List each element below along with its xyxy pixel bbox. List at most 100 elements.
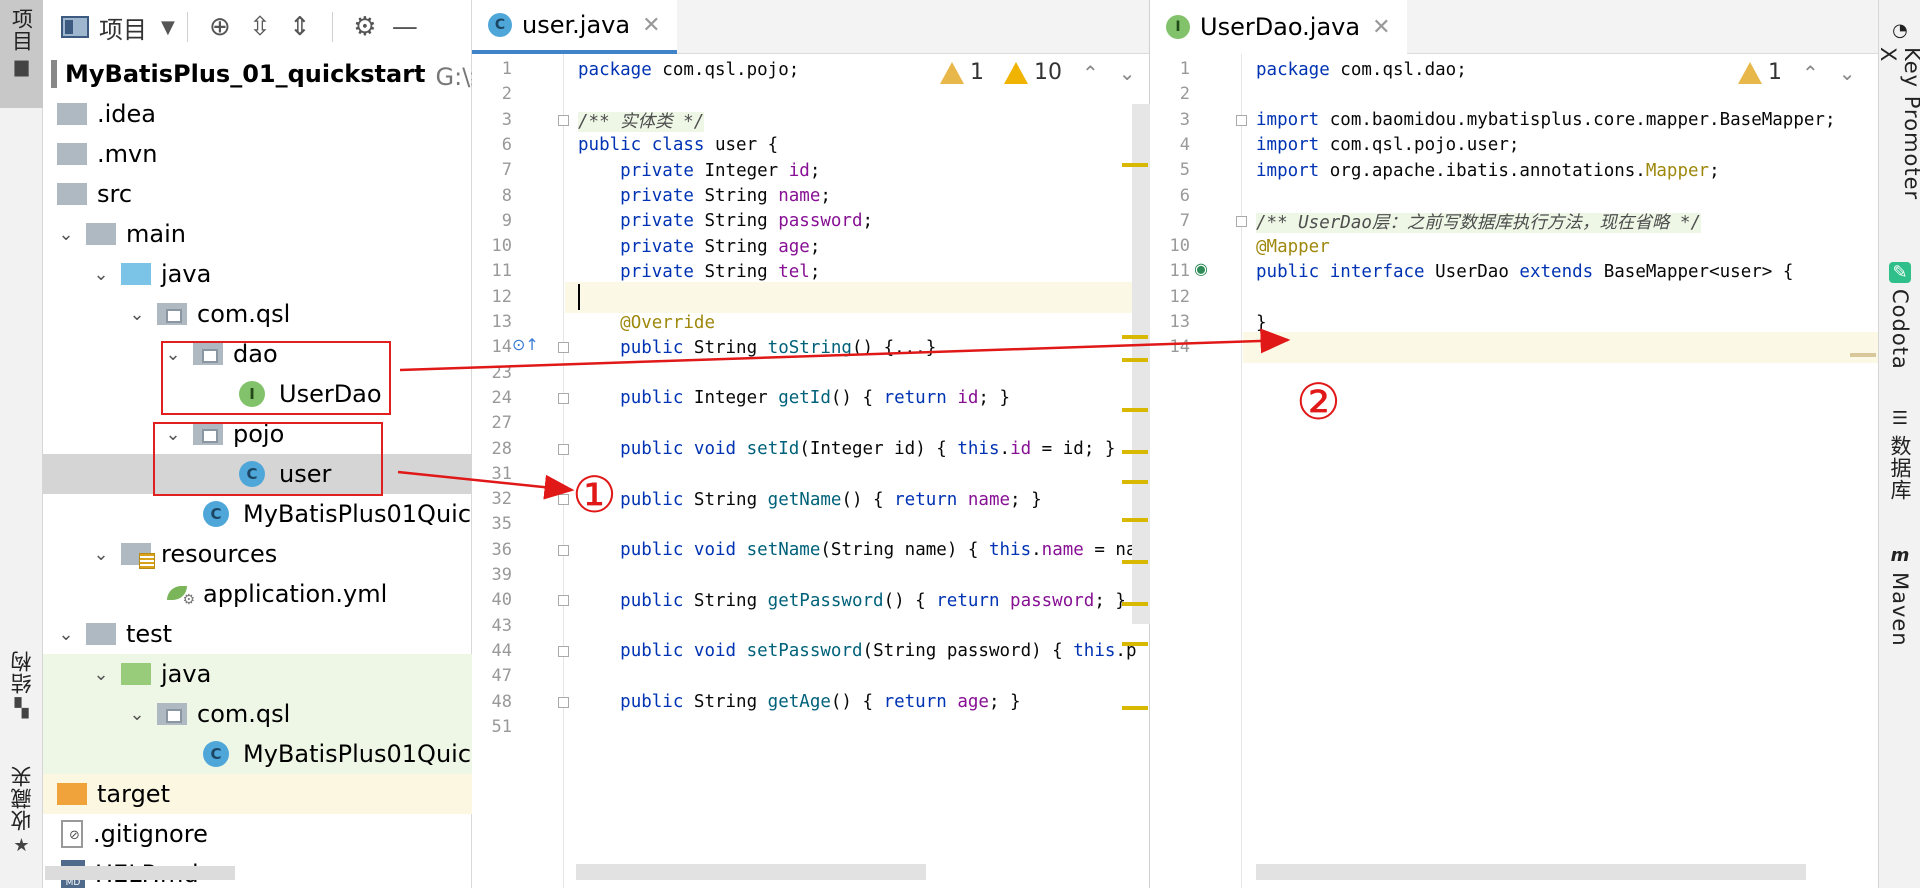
tree-item-test-com-qsl[interactable]: ⌄ com.qsl	[43, 694, 472, 734]
error-stripe-mark[interactable]	[1122, 408, 1148, 412]
code-line-text: public String getAge() { return age; }	[620, 692, 1021, 712]
tool-tab-structure[interactable]: 结构 ▚	[0, 650, 43, 750]
chevron-down-icon[interactable]: ⌄	[56, 224, 76, 245]
next-highlight-icon[interactable]: ⌄	[1119, 61, 1136, 85]
code-area-left[interactable]: package com.qsl.pojo; /** 实体类 */ public cl…	[565, 54, 1149, 888]
error-stripe-mark[interactable]	[1122, 163, 1148, 167]
tree-item-label: java	[161, 660, 212, 688]
code-area-right[interactable]: package com.qsl.dao; import com.baomidou.…	[1243, 54, 1878, 888]
code-line-text: public void setName(String name) { this.…	[620, 540, 1137, 561]
chevron-down-icon[interactable]: ⌄	[91, 664, 111, 685]
tool-tab-key-promoter[interactable]: ◔ Key Promoter X	[1876, 20, 1920, 220]
error-stripe-mark[interactable]	[1122, 518, 1148, 522]
tree-item-idea[interactable]: .idea	[43, 94, 472, 134]
tree-item-target[interactable]: target	[43, 774, 472, 814]
error-stripe-mark[interactable]	[1122, 450, 1148, 454]
text-caret	[578, 283, 580, 310]
code-line[interactable]	[1243, 332, 1878, 364]
settings-button[interactable]: ⚙	[345, 7, 385, 47]
fold-toggle-icon[interactable]	[558, 696, 569, 708]
editor-tabbar-left: C user.java ✕	[472, 0, 1149, 54]
error-stripe-mark[interactable]	[1122, 642, 1148, 646]
editor-scrollbar-left[interactable]	[1132, 104, 1150, 624]
tree-item-com-qsl[interactable]: ⌄ com.qsl	[43, 294, 472, 334]
fold-toggle-icon[interactable]	[558, 494, 569, 506]
tree-item-gitignore[interactable]: .gitignore	[43, 814, 472, 854]
toolbar-divider	[331, 12, 333, 42]
locate-file-button[interactable]: ⊕	[200, 7, 240, 47]
project-view-selector[interactable]: 项目 ▼	[61, 10, 175, 45]
interface-icon: I	[1166, 15, 1190, 39]
fold-toggle-icon[interactable]	[558, 392, 569, 404]
tree-item-resources[interactable]: ⌄ resources	[43, 534, 472, 574]
annotation-circle-2: ②	[1296, 373, 1341, 431]
code-line[interactable]	[565, 712, 1149, 743]
tab-userdao-java[interactable]: I UserDao.java ✕	[1150, 0, 1407, 54]
highlight-box-dao	[161, 341, 391, 415]
error-stripe-mark[interactable]	[1122, 480, 1148, 484]
close-icon[interactable]: ✕	[1372, 15, 1390, 40]
folder-icon	[57, 143, 87, 165]
fold-toggle-icon[interactable]	[558, 114, 569, 126]
tool-tab-database-label: 数据库	[1888, 435, 1912, 501]
toolbar-divider	[186, 12, 188, 42]
previous-highlight-icon[interactable]: ⌃	[1082, 61, 1099, 85]
fold-toggle-icon[interactable]	[558, 544, 569, 556]
tab-label: user.java	[522, 11, 631, 39]
error-stripe-mark[interactable]	[1122, 358, 1148, 362]
tree-item-main[interactable]: ⌄ main	[43, 214, 472, 254]
tool-tab-codota[interactable]: ✎ Codota	[1879, 262, 1920, 372]
next-highlight-icon[interactable]: ⌄	[1839, 61, 1856, 85]
mybatis-mapper-icon[interactable]: ◉	[1194, 259, 1208, 278]
fold-toggle-icon[interactable]	[558, 645, 569, 657]
error-stripe-mark[interactable]	[1122, 602, 1148, 606]
project-hscrollbar[interactable]	[45, 866, 235, 880]
collapse-all-button[interactable]: ⇕	[280, 7, 320, 47]
tree-item-test-java[interactable]: ⌄ java	[43, 654, 472, 694]
error-stripe-mark[interactable]	[1122, 706, 1148, 710]
inspection-widget-left[interactable]: 1 10 ⌃ ⌄	[940, 60, 1136, 85]
previous-highlight-icon[interactable]: ⌃	[1802, 61, 1819, 85]
tree-item-application-class[interactable]: C MyBatisPlus01Quicks	[43, 494, 472, 534]
inspection-widget-right[interactable]: 1 ⌃ ⌄	[1738, 60, 1856, 85]
override-method-icon[interactable]: ⊙↑	[512, 335, 539, 354]
tree-item-mvn[interactable]: .mvn	[43, 134, 472, 174]
fold-toggle-icon[interactable]	[558, 595, 569, 607]
chevron-down-icon[interactable]: ⌄	[56, 624, 76, 645]
tree-item-test-class[interactable]: C MyBatisPlus01Quicks	[43, 734, 472, 774]
tree-item-project-root[interactable]: MyBatisPlus_01_quickstart G:\练习\S	[43, 54, 472, 94]
chevron-down-icon[interactable]: ⌄	[127, 704, 147, 725]
class-icon: C	[488, 13, 512, 37]
tree-item-src[interactable]: src	[43, 174, 472, 214]
chevron-down-icon[interactable]: ⌄	[91, 544, 111, 565]
tree-item-test[interactable]: ⌄ test	[43, 614, 472, 654]
tool-tab-project[interactable]: 项目 ▆	[0, 0, 43, 108]
chevron-down-icon[interactable]: ⌄	[91, 264, 111, 285]
tree-item-label: .idea	[97, 100, 157, 128]
collapse-all-icon: ⇕	[288, 12, 311, 42]
tree-item-main-java[interactable]: ⌄ java	[43, 254, 472, 294]
code-line-text: public class user {	[578, 135, 779, 156]
fold-toggle-icon[interactable]	[1236, 215, 1247, 227]
fold-toggle-icon[interactable]	[558, 443, 569, 455]
tree-item-application-yml[interactable]: application.yml	[43, 574, 472, 614]
tool-tab-maven[interactable]: m Maven	[1879, 545, 1920, 655]
chevron-down-icon: ▼	[161, 16, 175, 38]
tab-user-java[interactable]: C user.java ✕	[472, 0, 677, 54]
chevron-down-icon[interactable]: ⌄	[127, 304, 147, 325]
expand-all-button[interactable]: ⇳	[240, 7, 280, 47]
weak-warning-count: 1	[970, 60, 984, 85]
close-icon[interactable]: ✕	[642, 13, 660, 38]
editor-hscrollbar-left[interactable]	[576, 864, 926, 880]
right-tool-strip: ◔ Key Promoter X ✎ Codota ☰ 数据库 m Maven	[1876, 0, 1920, 888]
hide-panel-button[interactable]: —	[385, 7, 425, 47]
error-stripe-mark[interactable]	[1122, 335, 1148, 339]
tool-tab-database[interactable]: ☰ 数据库	[1879, 408, 1920, 518]
codota-icon: ✎	[1889, 262, 1911, 283]
tool-tab-favorites[interactable]: 收藏夹 ★	[0, 765, 43, 885]
structure-icon: ▚	[14, 698, 29, 719]
error-stripe-mark[interactable]	[1122, 560, 1148, 564]
fold-toggle-icon[interactable]	[1236, 114, 1247, 126]
fold-toggle-icon[interactable]	[558, 342, 569, 354]
editor-hscrollbar-right[interactable]	[1256, 864, 1806, 880]
